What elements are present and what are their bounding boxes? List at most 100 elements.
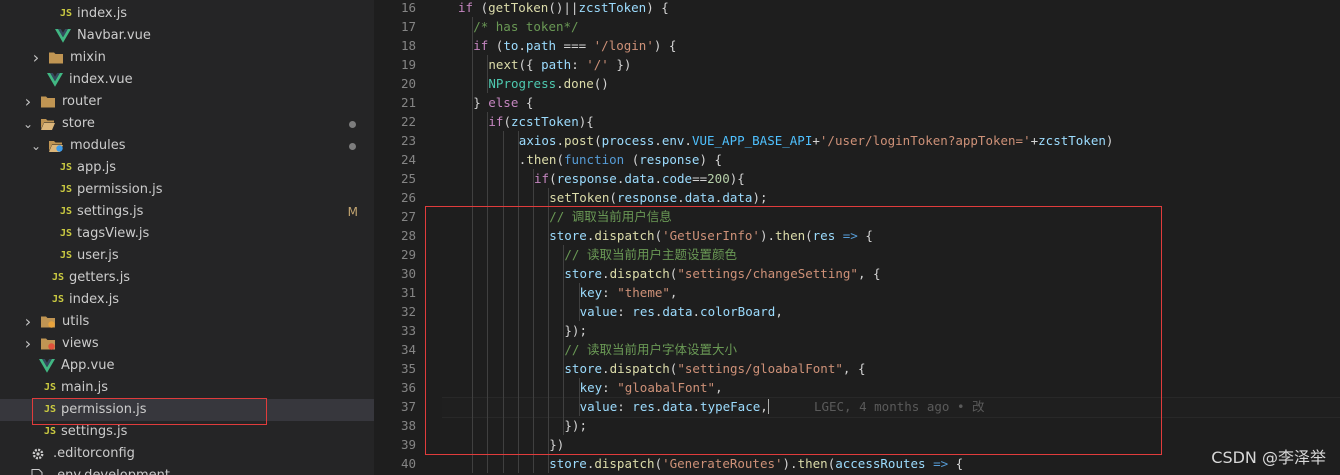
tree-item-label: index.vue (69, 72, 133, 87)
code-line[interactable]: // 读取当前用户主题设置颜色 (564, 245, 737, 264)
tree-item-label: getters.js (69, 270, 131, 285)
code-line[interactable]: next({ path: '/' }) (488, 55, 631, 74)
indent-guide (517, 416, 519, 435)
tree-item[interactable]: JS permission.js (0, 179, 374, 201)
tree-item[interactable]: Navbar.vue (0, 25, 374, 47)
tree-item[interactable]: App.vue (0, 355, 374, 377)
code-line[interactable]: store.dispatch('GenerateRoutes').then(ac… (549, 454, 963, 473)
tree-item[interactable]: JS main.js (0, 377, 374, 399)
js-file-icon: JS (51, 294, 65, 305)
indent-guide (487, 359, 489, 378)
code-line[interactable]: NProgress.done() (488, 74, 608, 93)
tree-item[interactable]: .editorconfig (0, 443, 374, 465)
code-line[interactable]: .then(function (response) { (519, 150, 722, 169)
code-line[interactable]: // 读取当前用户字体设置大小 (564, 340, 737, 359)
indent-guide (487, 302, 489, 321)
indent-guide (502, 340, 504, 359)
code-line[interactable]: }); (564, 416, 587, 435)
code-line[interactable]: }); (564, 321, 587, 340)
indent-guide (487, 264, 489, 283)
line-number: 28 (400, 228, 416, 243)
vue-file-icon (55, 29, 71, 43)
indent-guide (517, 245, 519, 264)
indent-guide (472, 74, 474, 93)
indent-guide (487, 435, 489, 454)
tree-item[interactable]: › router (0, 91, 374, 113)
tree-item[interactable]: JS settings.js (0, 421, 374, 443)
code-line[interactable]: } else { (473, 93, 533, 112)
indent-guide (472, 283, 474, 302)
indent-guide (502, 302, 504, 321)
js-file-icon: JS (43, 404, 57, 415)
code-line[interactable]: store.dispatch('GetUserInfo').then(res =… (549, 226, 873, 245)
tree-item[interactable]: JS settings.js M (0, 201, 374, 223)
code-line[interactable]: if (to.path === '/login') { (473, 36, 676, 55)
indent-guide (563, 283, 565, 302)
chevron-right-icon[interactable]: › (22, 91, 34, 113)
code-line[interactable]: store.dispatch("settings/changeSetting",… (564, 264, 880, 283)
code-line[interactable]: store.dispatch("settings/gloabalFont", { (564, 359, 865, 378)
tree-item-label: tagsView.js (77, 226, 150, 241)
indent-guide (502, 416, 504, 435)
indent-guide (548, 397, 550, 416)
tree-item-label: modules (70, 138, 126, 153)
js-file-icon: JS (59, 250, 73, 261)
tree-item[interactable]: › mixin (0, 47, 374, 69)
tree-item[interactable]: › utils (0, 311, 374, 333)
git-blame-annotation: LGEC, 4 months ago • 改 (768, 399, 985, 414)
indent-guide (487, 207, 489, 226)
indent-guide (472, 435, 474, 454)
indent-guide (548, 264, 550, 283)
code-line[interactable]: key: "theme", (580, 283, 678, 302)
chevron-right-icon[interactable]: › (22, 311, 34, 333)
indent-guide (472, 397, 474, 416)
chevron-right-icon[interactable]: › (22, 333, 34, 355)
file-icon (31, 469, 43, 475)
tree-item[interactable]: JS permission.js (0, 399, 374, 421)
tree-item[interactable]: JS index.js (0, 289, 374, 311)
tree-item[interactable]: ⌄ store (0, 113, 374, 135)
line-number: 23 (400, 133, 416, 148)
line-number: 38 (400, 418, 416, 433)
indent-guide (502, 359, 504, 378)
code-line[interactable]: /* has token*/ (473, 17, 578, 36)
code-line[interactable]: if(zcstToken){ (488, 112, 593, 131)
code-line[interactable]: axios.post(process.env.VUE_APP_BASE_API+… (519, 131, 1114, 150)
chevron-down-icon[interactable]: ⌄ (22, 113, 34, 135)
code-line[interactable]: setToken(response.data.data); (549, 188, 767, 207)
indent-guide (533, 340, 534, 359)
tree-item[interactable]: JS index.js (0, 3, 374, 25)
tree-item[interactable]: JS user.js (0, 245, 374, 267)
code-line[interactable]: value: res.data.typeFace, LGEC, 4 months… (580, 397, 985, 416)
indent-guide (533, 454, 534, 473)
tree-item[interactable]: .env.development (0, 465, 374, 475)
chevron-right-icon[interactable]: › (30, 47, 42, 69)
tree-item-label: permission.js (77, 182, 163, 197)
indent-guide (487, 169, 489, 188)
code-line[interactable]: if(response.data.code==200){ (534, 169, 745, 188)
code-line[interactable]: // 调取当前用户信息 (549, 207, 672, 226)
chevron-down-icon[interactable]: ⌄ (30, 135, 42, 157)
indent-guide (502, 321, 504, 340)
code-line[interactable]: if (getToken()||zcstToken) { (458, 0, 669, 17)
indent-guide (502, 264, 504, 283)
code-line[interactable]: key: "gloabalFont", (580, 378, 723, 397)
tree-item-label: .editorconfig (53, 446, 135, 461)
code-editor[interactable]: 16 if (getToken()||zcstToken) {17 /* has t… (374, 0, 1340, 475)
indent-guide (517, 283, 519, 302)
tree-item[interactable]: JS app.js (0, 157, 374, 179)
js-file-icon: JS (59, 228, 73, 239)
js-file-icon: JS (43, 426, 57, 437)
tree-item[interactable]: › views (0, 333, 374, 355)
indent-guide (517, 188, 519, 207)
tree-item[interactable]: JS getters.js (0, 267, 374, 289)
tree-item[interactable]: ⌄ modules (0, 135, 374, 157)
indent-guide (502, 435, 504, 454)
line-number: 26 (400, 190, 416, 205)
code-line[interactable]: value: res.data.colorBoard, (580, 302, 783, 321)
indent-guide (517, 359, 519, 378)
tree-item[interactable]: JS tagsView.js (0, 223, 374, 245)
code-line[interactable]: }) (549, 435, 564, 454)
tree-item[interactable]: index.vue (0, 69, 374, 91)
js-file-icon: JS (59, 162, 73, 173)
